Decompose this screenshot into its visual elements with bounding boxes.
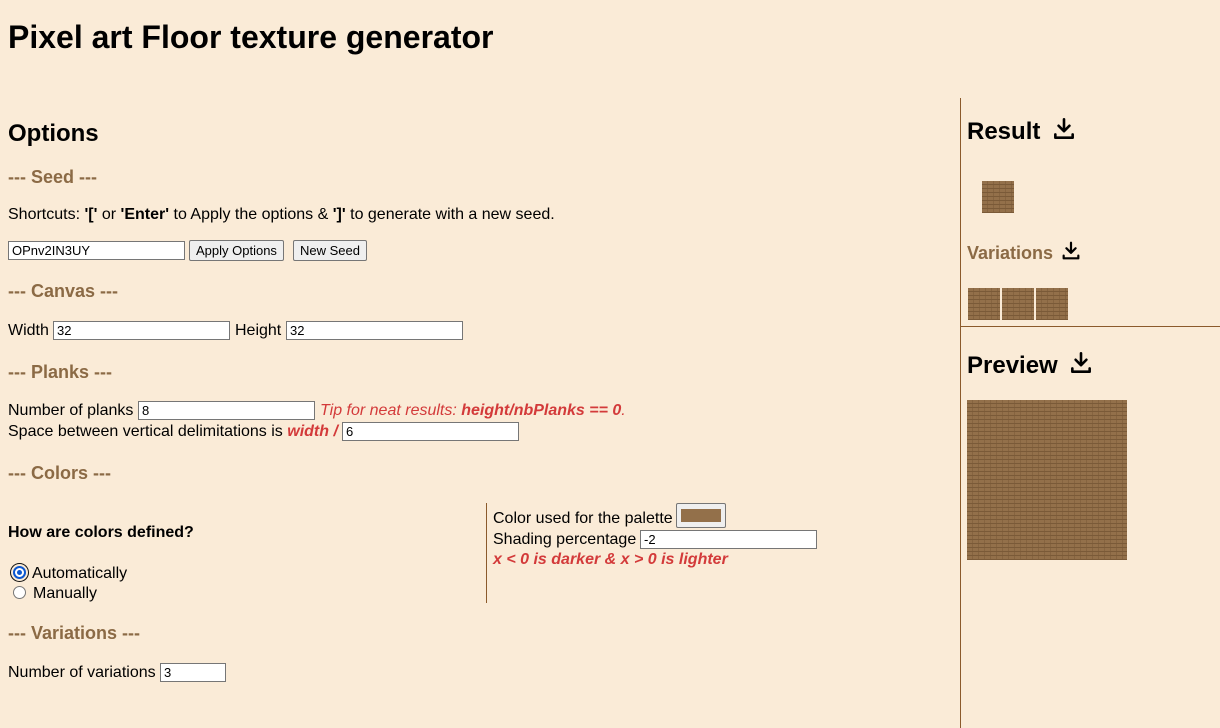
width-label: Width: [8, 322, 49, 339]
number-of-planks-label: Number of planks: [8, 402, 134, 419]
planks-heading: --- Planks ---: [8, 362, 113, 382]
number-of-planks-input[interactable]: 8: [138, 401, 315, 420]
variations-download-icon[interactable]: [1060, 240, 1082, 262]
result-download-icon[interactable]: [1051, 116, 1077, 142]
preview-title: Preview: [967, 350, 1094, 380]
seed-input[interactable]: OPnv2IN3UY: [8, 241, 185, 260]
colors-heading: --- Colors ---: [8, 463, 111, 483]
colors-divider: [486, 503, 487, 603]
seed-heading: --- Seed ---: [8, 167, 97, 187]
manual-radio[interactable]: [13, 586, 26, 599]
space-input[interactable]: 6: [342, 422, 519, 441]
shading-hint: x < 0 is darker & x > 0 is lighter: [493, 551, 728, 568]
auto-radio[interactable]: [13, 566, 26, 579]
colors-question: How are colors defined?: [8, 524, 194, 541]
shading-input[interactable]: -2: [640, 530, 817, 549]
result-texture: [982, 181, 1014, 213]
height-label: Height: [235, 322, 282, 339]
palette-color-picker[interactable]: [676, 503, 726, 528]
auto-label: Automatically: [32, 565, 128, 582]
result-divider: [961, 326, 1220, 327]
height-input[interactable]: 32: [286, 321, 463, 340]
palette-label: Color used for the palette: [493, 510, 673, 527]
apply-options-button[interactable]: Apply Options: [189, 240, 284, 261]
planks-tip: Tip for neat results: height/nbPlanks ==…: [320, 402, 626, 419]
variation-texture: [1036, 288, 1068, 320]
variation-texture: [968, 288, 1000, 320]
variations-heading: --- Variations ---: [8, 623, 141, 643]
new-seed-button[interactable]: New Seed: [293, 240, 367, 261]
result-panel: Result Variations Preview: [960, 98, 1220, 728]
options-panel: Options --- Seed --- Shortcuts: '[' or '…: [0, 98, 960, 728]
variations-title: Variations: [967, 240, 1082, 264]
preview-download-icon[interactable]: [1068, 350, 1094, 376]
variation-texture: [1002, 288, 1034, 320]
preview-texture: [967, 400, 1127, 560]
variations-number-label: Number of variations: [8, 664, 156, 681]
manual-label: Manually: [33, 585, 98, 602]
shortcuts-text: Shortcuts: '[' or 'Enter' to Apply the o…: [8, 206, 555, 223]
width-input[interactable]: 32: [53, 321, 230, 340]
result-title: Result: [967, 116, 1077, 146]
palette-color-swatch: [681, 509, 721, 522]
space-label: Space between vertical delimitations is …: [8, 423, 338, 440]
options-title: Options: [8, 120, 99, 147]
variations-number-input[interactable]: 3: [160, 663, 226, 682]
shading-label: Shading percentage: [493, 531, 637, 548]
canvas-heading: --- Canvas ---: [8, 281, 119, 301]
page-title: Pixel art Floor texture generator: [8, 19, 494, 55]
